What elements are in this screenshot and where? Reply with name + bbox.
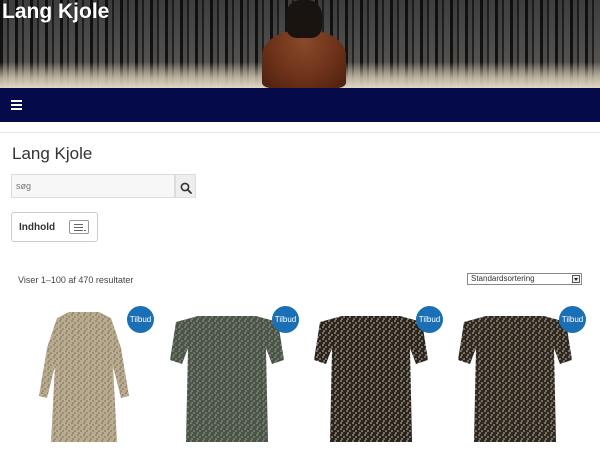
- page-title: Lang Kjole: [12, 144, 93, 163]
- sale-badge: Tilbud: [272, 306, 299, 333]
- hamburger-menu-icon[interactable]: [11, 100, 22, 110]
- product-image[interactable]: [304, 308, 438, 444]
- product-card[interactable]: Tilbud: [160, 300, 299, 450]
- sale-badge: Tilbud: [127, 306, 154, 333]
- header-banner: Lang Kjole: [0, 0, 600, 88]
- site-title[interactable]: Lang Kjole: [2, 0, 109, 24]
- sale-badge: Tilbud: [416, 306, 443, 333]
- product-image[interactable]: [160, 308, 294, 444]
- table-of-contents: Indhold: [11, 212, 98, 242]
- product-card[interactable]: Tilbud: [304, 300, 443, 450]
- dress-shape: [458, 316, 572, 442]
- search-input[interactable]: [11, 174, 175, 198]
- search-icon: [180, 182, 192, 194]
- result-count: Viser 1–100 af 470 resultater: [18, 275, 134, 285]
- product-card[interactable]: Tilbud: [448, 300, 586, 450]
- sort-selected-value: Standardsortering: [471, 274, 535, 283]
- product-grid: Tilbud Tilbud Tilbud Tilbud: [0, 300, 600, 450]
- search-button[interactable]: [175, 174, 196, 198]
- list-toggle-icon[interactable]: [69, 220, 89, 234]
- product-search: [11, 174, 196, 200]
- main-navbar: [0, 88, 600, 122]
- chevron-down-icon: [572, 275, 580, 283]
- sort-select[interactable]: Standardsortering: [467, 273, 582, 285]
- sale-badge: Tilbud: [559, 306, 586, 333]
- dress-shape: [39, 312, 129, 442]
- content-divider: [0, 132, 600, 133]
- toc-label: Indhold: [19, 222, 56, 233]
- banner-model-hair: [286, 0, 322, 38]
- banner-model-dress: [262, 30, 346, 88]
- product-card[interactable]: Tilbud: [17, 300, 154, 450]
- dress-shape: [170, 316, 284, 442]
- dress-shape: [314, 316, 428, 442]
